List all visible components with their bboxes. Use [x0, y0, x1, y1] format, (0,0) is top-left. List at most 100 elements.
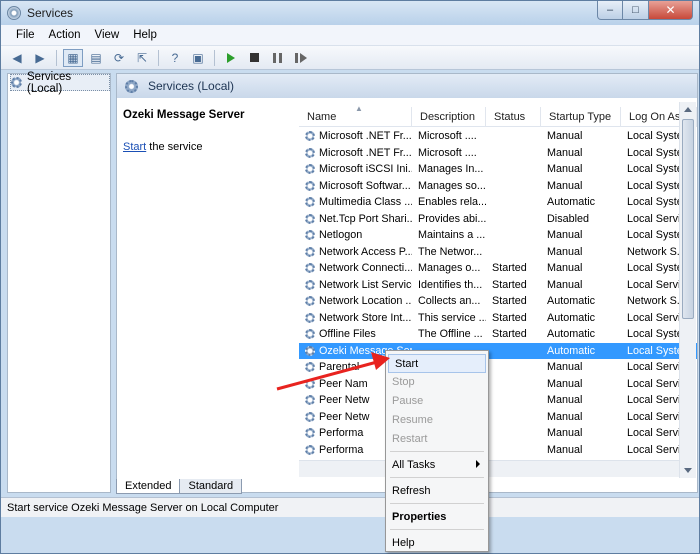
service-gear-icon — [305, 411, 315, 422]
service-name: Parental — [319, 361, 360, 374]
maximize-button[interactable]: □ — [623, 1, 649, 20]
context-menu-all-tasks[interactable]: All Tasks — [386, 455, 488, 474]
vertical-scrollbar[interactable] — [679, 102, 696, 478]
menu-action[interactable]: Action — [42, 29, 88, 41]
column-headers: Name ▲ Description Status Startup Type L… — [299, 104, 697, 127]
cell-name: Net.Tcp Port Shari... — [299, 213, 412, 225]
table-row[interactable]: Peer Netw Manual Local Servi — [299, 392, 697, 409]
tab-standard[interactable]: Standard — [179, 479, 243, 494]
cell-startup: Automatic — [547, 295, 596, 308]
tree-item-services-local[interactable]: Services (Local) — [10, 71, 110, 95]
table-row-selected[interactable]: Ozeki Message Ser... Automatic Local Syste — [299, 342, 697, 359]
table-row[interactable]: Performa Manual Local Servi — [299, 442, 697, 459]
menu-file[interactable]: File — [9, 29, 42, 41]
console-view-button[interactable]: ▤ — [86, 49, 106, 67]
title-bar[interactable]: Services – □ ✕ — [1, 1, 699, 25]
table-row[interactable]: Performa Manual Local Servi — [299, 425, 697, 442]
context-menu-restart[interactable]: Restart — [386, 429, 488, 448]
cell-status: Started — [492, 278, 527, 291]
cell-desc: Microsoft .... — [418, 130, 477, 143]
tab-extended[interactable]: Extended — [116, 479, 181, 494]
minimize-button[interactable]: – — [597, 1, 623, 20]
column-header-label: Status — [494, 111, 526, 123]
table-row[interactable]: Multimedia Class ... Enables rela... Autom… — [299, 194, 697, 211]
table-row[interactable]: Peer Nam Manual Local Servi — [299, 376, 697, 393]
service-gear-icon — [305, 164, 315, 175]
column-header-description[interactable]: Description — [412, 107, 486, 127]
help-button[interactable]: ? — [165, 49, 185, 67]
context-menu-start[interactable]: Start — [388, 354, 486, 373]
scroll-down-icon[interactable] — [684, 468, 692, 473]
service-gear-icon — [305, 428, 315, 439]
service-gear-icon — [305, 444, 315, 455]
table-row[interactable]: Microsoft .NET Fr... Microsoft .... Manual… — [299, 145, 697, 162]
context-menu-resume[interactable]: Resume — [386, 410, 488, 429]
context-menu-refresh[interactable]: Refresh — [386, 481, 488, 500]
service-gear-icon — [305, 213, 315, 224]
table-row[interactable]: Net.Tcp Port Shari... Provides abi... Disa… — [299, 211, 697, 228]
properties-button[interactable]: ▣ — [188, 49, 208, 67]
cell-name: Multimedia Class ... — [299, 196, 412, 208]
table-row[interactable]: Netlogon Maintains a ... Manual Local Syste — [299, 227, 697, 244]
console-tree: Services (Local) — [7, 71, 111, 493]
forward-button[interactable]: ▶ — [30, 49, 50, 67]
back-arrow-icon: ◀ — [12, 50, 22, 65]
context-menu-help[interactable]: Help — [386, 533, 488, 552]
table-row[interactable]: Offline Files The Offline ... Started Autom… — [299, 326, 697, 343]
window-controls: – □ ✕ — [597, 1, 693, 20]
table-row[interactable]: Parental Manual Local Servi — [299, 359, 697, 376]
context-menu-properties[interactable]: Properties — [386, 507, 488, 526]
cell-startup: Manual — [547, 262, 583, 275]
start-service-link[interactable]: Start — [123, 141, 146, 153]
export-list-button[interactable]: ⇱ — [132, 49, 152, 67]
menu-help[interactable]: Help — [126, 29, 164, 41]
column-header-startup-type[interactable]: Startup Type — [541, 107, 621, 127]
status-bar: Start service Ozeki Message Server on Lo… — [1, 497, 699, 517]
show-hide-console-tree-button[interactable]: ▦ — [63, 48, 83, 67]
table-row[interactable]: Microsoft Softwar... Manages so... Manual L… — [299, 178, 697, 195]
menu-view[interactable]: View — [88, 29, 127, 41]
restart-icon — [295, 52, 307, 63]
service-gear-icon — [305, 395, 315, 406]
context-menu-stop[interactable]: Stop — [386, 372, 488, 391]
service-name: Microsoft Softwar... — [319, 179, 411, 192]
cell-startup: Manual — [547, 130, 583, 143]
service-gear-icon — [305, 197, 315, 208]
refresh-button[interactable]: ⟳ — [109, 49, 129, 67]
service-gear-icon — [305, 180, 315, 191]
table-row[interactable]: Network Location ... Collects an... Starte… — [299, 293, 697, 310]
cell-startup: Manual — [547, 443, 583, 456]
table-row[interactable]: Microsoft iSCSI Ini... Manages In... Manua… — [299, 161, 697, 178]
status-text: Start service Ozeki Message Server on Lo… — [7, 501, 279, 514]
table-row[interactable]: Network List Service Identifies th... Star… — [299, 277, 697, 294]
context-menu-separator — [390, 503, 484, 504]
table-row[interactable]: Microsoft .NET Fr... Microsoft .... Manual… — [299, 128, 697, 145]
stop-service-button[interactable] — [244, 49, 264, 67]
back-button[interactable]: ◀ — [7, 49, 27, 67]
toolbar-separator — [158, 49, 159, 66]
context-menu-pause[interactable]: Pause — [386, 391, 488, 410]
minimize-icon: – — [606, 4, 614, 16]
table-row[interactable]: Network Store Int... This service ... Star… — [299, 310, 697, 327]
column-header-status[interactable]: Status — [486, 107, 541, 127]
pause-service-button[interactable] — [267, 49, 287, 67]
scroll-up-icon[interactable] — [684, 107, 692, 112]
horizontal-scrollbar[interactable] — [299, 460, 679, 477]
service-name: Network Connecti... — [319, 262, 412, 275]
table-row[interactable]: Peer Netw Manual Local Servi — [299, 409, 697, 426]
export-icon: ⇱ — [136, 50, 148, 65]
service-name: Peer Netw — [319, 394, 370, 407]
close-button[interactable]: ✕ — [649, 1, 693, 20]
cell-startup: Automatic — [547, 196, 596, 209]
restart-service-button[interactable] — [290, 49, 310, 67]
scroll-thumb[interactable] — [682, 119, 694, 319]
column-header-name[interactable]: Name ▲ — [299, 104, 412, 127]
start-service-button[interactable] — [221, 49, 241, 67]
services-list: Name ▲ Description Status Startup Type L… — [299, 98, 697, 478]
table-row[interactable]: Network Connecti... Manages o... Started Ma… — [299, 260, 697, 277]
extended-description-panel: Ozeki Message Server Start the service — [117, 98, 299, 478]
service-action: Start the service — [123, 141, 202, 153]
cell-status: Started — [492, 262, 527, 275]
table-row[interactable]: Network Access P... The Networ... Manual Ne… — [299, 244, 697, 261]
column-header-label: Name — [307, 111, 337, 123]
